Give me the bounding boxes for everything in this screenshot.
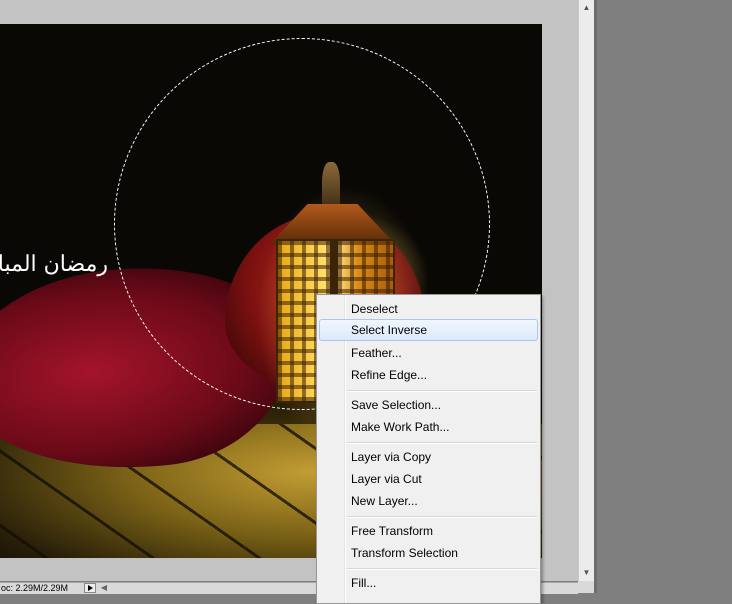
scroll-left-arrow-icon[interactable]: ◀ (99, 583, 109, 593)
menu-separator (347, 568, 537, 570)
menu-item-layer-via-copy[interactable]: Layer via Copy (319, 446, 538, 468)
menu-item-free-transform[interactable]: Free Transform (319, 520, 538, 542)
status-menu-arrow-icon[interactable] (84, 583, 96, 593)
menu-separator (347, 390, 537, 392)
menu-item-transform-selection[interactable]: Transform Selection (319, 542, 538, 564)
menu-item-deselect[interactable]: Deselect (319, 298, 538, 320)
menu-item-save-selection[interactable]: Save Selection... (319, 394, 538, 416)
menu-separator (347, 442, 537, 444)
scrollbar-corner (578, 581, 594, 593)
menu-item-select-inverse[interactable]: Select Inverse (319, 319, 538, 341)
context-menu: Deselect Select Inverse Feather... Refin… (316, 294, 541, 604)
menu-item-make-work-path[interactable]: Make Work Path... (319, 416, 538, 438)
menu-item-refine-edge[interactable]: Refine Edge... (319, 364, 538, 386)
scroll-up-arrow-icon[interactable]: ▲ (579, 0, 594, 16)
arabic-caption: رمضان المبارك (0, 252, 108, 277)
panel-divider[interactable] (594, 0, 597, 593)
menu-item-fill[interactable]: Fill... (319, 572, 538, 594)
scroll-down-arrow-icon[interactable]: ▼ (579, 565, 594, 581)
menu-item-new-layer[interactable]: New Layer... (319, 490, 538, 512)
menu-separator (347, 516, 537, 518)
menu-item-feather[interactable]: Feather... (319, 342, 538, 364)
document-size-readout[interactable]: oc: 2.29M/2.29M (0, 582, 83, 594)
vertical-scrollbar[interactable]: ▲ ▼ (578, 0, 594, 581)
menu-item-layer-via-cut[interactable]: Layer via Cut (319, 468, 538, 490)
